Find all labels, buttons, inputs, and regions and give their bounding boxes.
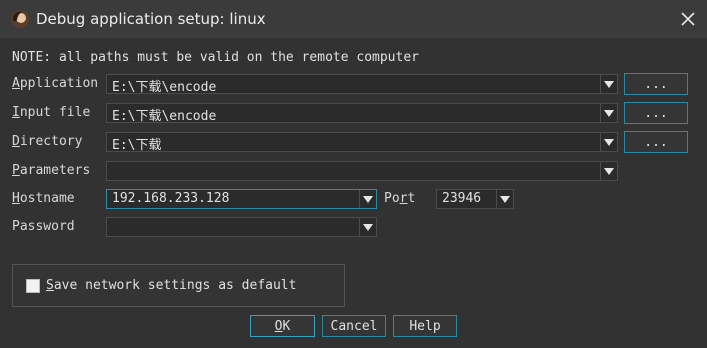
close-icon xyxy=(680,12,695,26)
help-button[interactable]: Help xyxy=(393,315,457,337)
parameters-combo[interactable] xyxy=(106,161,618,181)
directory-combo[interactable]: E:\下载 xyxy=(106,132,618,153)
chevron-down-icon xyxy=(363,195,373,203)
chevron-down-icon xyxy=(604,167,614,175)
hostname-dropdown-button[interactable] xyxy=(359,190,376,208)
input-file-label: Input file xyxy=(12,105,91,120)
directory-label: Directory xyxy=(12,134,83,149)
save-as-default-checkbox[interactable] xyxy=(26,279,40,293)
application-value: E:\下载\encode xyxy=(112,80,217,95)
password-label: Password xyxy=(12,219,75,234)
window-title: Debug application setup: linux xyxy=(36,10,266,28)
directory-value: E:\下载 xyxy=(112,138,162,153)
app-logo-icon xyxy=(11,10,29,28)
password-dropdown-button[interactable] xyxy=(359,218,376,236)
input-file-combo[interactable]: E:\下载\encode xyxy=(106,103,618,124)
chevron-down-icon xyxy=(604,138,614,146)
port-combo[interactable]: 23946 xyxy=(436,189,514,209)
ok-button[interactable]: OK xyxy=(250,315,315,337)
parameters-dropdown-button[interactable] xyxy=(600,162,617,180)
save-settings-group: Save network settings as default xyxy=(12,264,345,307)
chevron-down-icon xyxy=(604,80,614,88)
port-dropdown-button[interactable] xyxy=(496,190,513,208)
application-dropdown-button[interactable] xyxy=(600,75,617,93)
hostname-label: Hostname xyxy=(12,191,75,206)
port-label: Port xyxy=(384,191,416,206)
title-bar: Debug application setup: linux xyxy=(0,0,707,38)
application-label: Application xyxy=(12,76,99,91)
hostname-combo[interactable]: 192.168.233.128 xyxy=(106,189,377,209)
close-button[interactable] xyxy=(668,0,707,38)
chevron-down-icon xyxy=(604,109,614,117)
cancel-button[interactable]: Cancel xyxy=(322,315,386,337)
chevron-down-icon xyxy=(500,195,510,203)
save-as-default-label[interactable]: Save network settings as default xyxy=(46,278,296,293)
port-value: 23946 xyxy=(442,191,482,206)
password-combo[interactable] xyxy=(106,217,377,237)
remote-paths-note: NOTE: all paths must be valid on the rem… xyxy=(12,50,419,65)
chevron-down-icon xyxy=(363,223,373,231)
application-browse-button[interactable]: ... xyxy=(624,73,688,95)
parameters-label: Parameters xyxy=(12,163,91,178)
hostname-value: 192.168.233.128 xyxy=(112,191,230,206)
input-file-value: E:\下载\encode xyxy=(112,109,217,124)
directory-browse-button[interactable]: ... xyxy=(624,131,688,153)
input-file-dropdown-button[interactable] xyxy=(600,104,617,122)
directory-dropdown-button[interactable] xyxy=(600,133,617,151)
application-combo[interactable]: E:\下载\encode xyxy=(106,74,618,95)
input-file-browse-button[interactable]: ... xyxy=(624,102,688,124)
